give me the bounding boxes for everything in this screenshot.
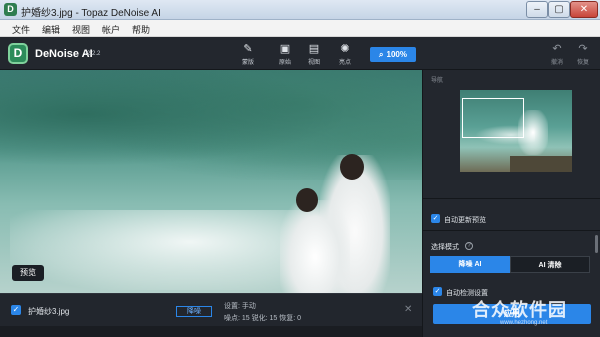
undo-label: 撤消 xyxy=(550,60,563,66)
toolbar: D DeNoise AI v2.2.2 ✎ 蒙版 ▣ 原始 ▤ 视图 ✺ 亮点 … xyxy=(0,37,600,70)
bride-head xyxy=(296,188,318,212)
divider xyxy=(423,230,600,231)
menu-bar: 文件 编辑 视图 帐户 帮助 xyxy=(0,20,600,37)
watermark-url: www.hezhong.net xyxy=(500,320,548,326)
watermark-text: 合众软件园 xyxy=(472,300,567,320)
view-tool-button[interactable]: ▤ 视图 xyxy=(302,42,326,68)
menu-account[interactable]: 帐户 xyxy=(102,23,120,36)
zoom-value: 100% xyxy=(386,50,407,59)
bride-figure xyxy=(280,200,350,293)
veil xyxy=(10,210,310,290)
redo-icon: ↷ xyxy=(578,43,588,55)
menu-view[interactable]: 视图 xyxy=(72,23,90,36)
file-name: 护婚纱3.jpg xyxy=(28,307,70,316)
divider xyxy=(423,198,600,199)
window-title: 护婚纱3.jpg - Topaz DeNoise AI xyxy=(21,8,161,19)
highlight-tool-button[interactable]: ✺ 亮点 xyxy=(333,42,357,68)
file-settings: 设置: 手动 噪点: 15 锐化: 15 恢复: 0 xyxy=(224,301,301,325)
settings-line: 设置: 手动 xyxy=(224,303,256,310)
redo-label: 恢复 xyxy=(576,60,589,66)
preview-button[interactable]: 预览 xyxy=(12,265,44,281)
navigator-label: 导航 xyxy=(431,78,444,84)
undo-button[interactable]: ↶ 撤消 xyxy=(545,42,569,68)
image-canvas[interactable] xyxy=(0,70,422,293)
file-checkbox[interactable]: ✓ xyxy=(11,305,21,315)
title-bar: D 护婚纱3.jpg - Topaz DeNoise AI – ▢ ✕ xyxy=(0,0,600,20)
mode-denoise-ai[interactable]: 降噪 AI xyxy=(430,256,510,273)
help-icon[interactable]: ? xyxy=(465,242,473,250)
auto-detect-checkbox[interactable]: ✓ xyxy=(433,287,442,296)
menu-file[interactable]: 文件 xyxy=(12,23,30,36)
split-view-icon: ▤ xyxy=(308,43,320,55)
highlight-tool-label: 亮点 xyxy=(338,60,351,66)
mode-label: 选择模式 xyxy=(431,244,459,251)
mask-tool-button[interactable]: ✎ 蒙版 xyxy=(236,42,260,68)
remove-file-icon[interactable]: ✕ xyxy=(404,304,412,315)
params-line: 噪点: 15 锐化: 15 恢复: 0 xyxy=(224,315,302,322)
redo-button[interactable]: ↷ 恢复 xyxy=(571,42,595,68)
app-icon: D xyxy=(4,3,17,16)
original-tool-label: 原始 xyxy=(278,60,291,66)
original-tool-button[interactable]: ▣ 原始 xyxy=(273,42,297,68)
zoom-icon: ⌕ xyxy=(379,50,384,59)
zoom-button[interactable]: ⌕ 100% xyxy=(370,47,416,62)
brightness-icon: ✺ xyxy=(340,43,350,55)
denoise-button[interactable]: 降噪 xyxy=(176,306,212,317)
menu-help[interactable]: 帮助 xyxy=(132,23,150,36)
menu-edit[interactable]: 编辑 xyxy=(42,23,60,36)
app-logo: D xyxy=(8,43,28,64)
auto-update-label: 自动更新预览 xyxy=(444,217,486,224)
file-bar: ✓ 护婚纱3.jpg 降噪 设置: 手动 噪点: 15 锐化: 15 恢复: 0… xyxy=(0,293,422,326)
mask-tool-label: 蒙版 xyxy=(241,60,254,66)
image-icon: ▣ xyxy=(279,43,291,55)
groom-head xyxy=(340,154,364,180)
brush-icon: ✎ xyxy=(243,43,253,55)
navigator-viewport[interactable] xyxy=(462,98,524,138)
undo-icon: ↶ xyxy=(552,43,562,55)
app-version: v2.2.2 xyxy=(84,51,101,57)
maximize-button[interactable]: ▢ xyxy=(548,1,570,18)
close-button[interactable]: ✕ xyxy=(570,1,598,18)
minimize-button[interactable]: – xyxy=(526,1,548,18)
thumbnail-rocks xyxy=(510,156,572,172)
auto-update-checkbox[interactable]: ✓ xyxy=(431,214,440,223)
panel-scrollbar[interactable] xyxy=(595,235,598,253)
navigator-thumbnail[interactable] xyxy=(460,90,572,172)
view-tool-label: 视图 xyxy=(307,60,320,66)
mode-ai-clear[interactable]: AI 清除 xyxy=(510,256,590,273)
